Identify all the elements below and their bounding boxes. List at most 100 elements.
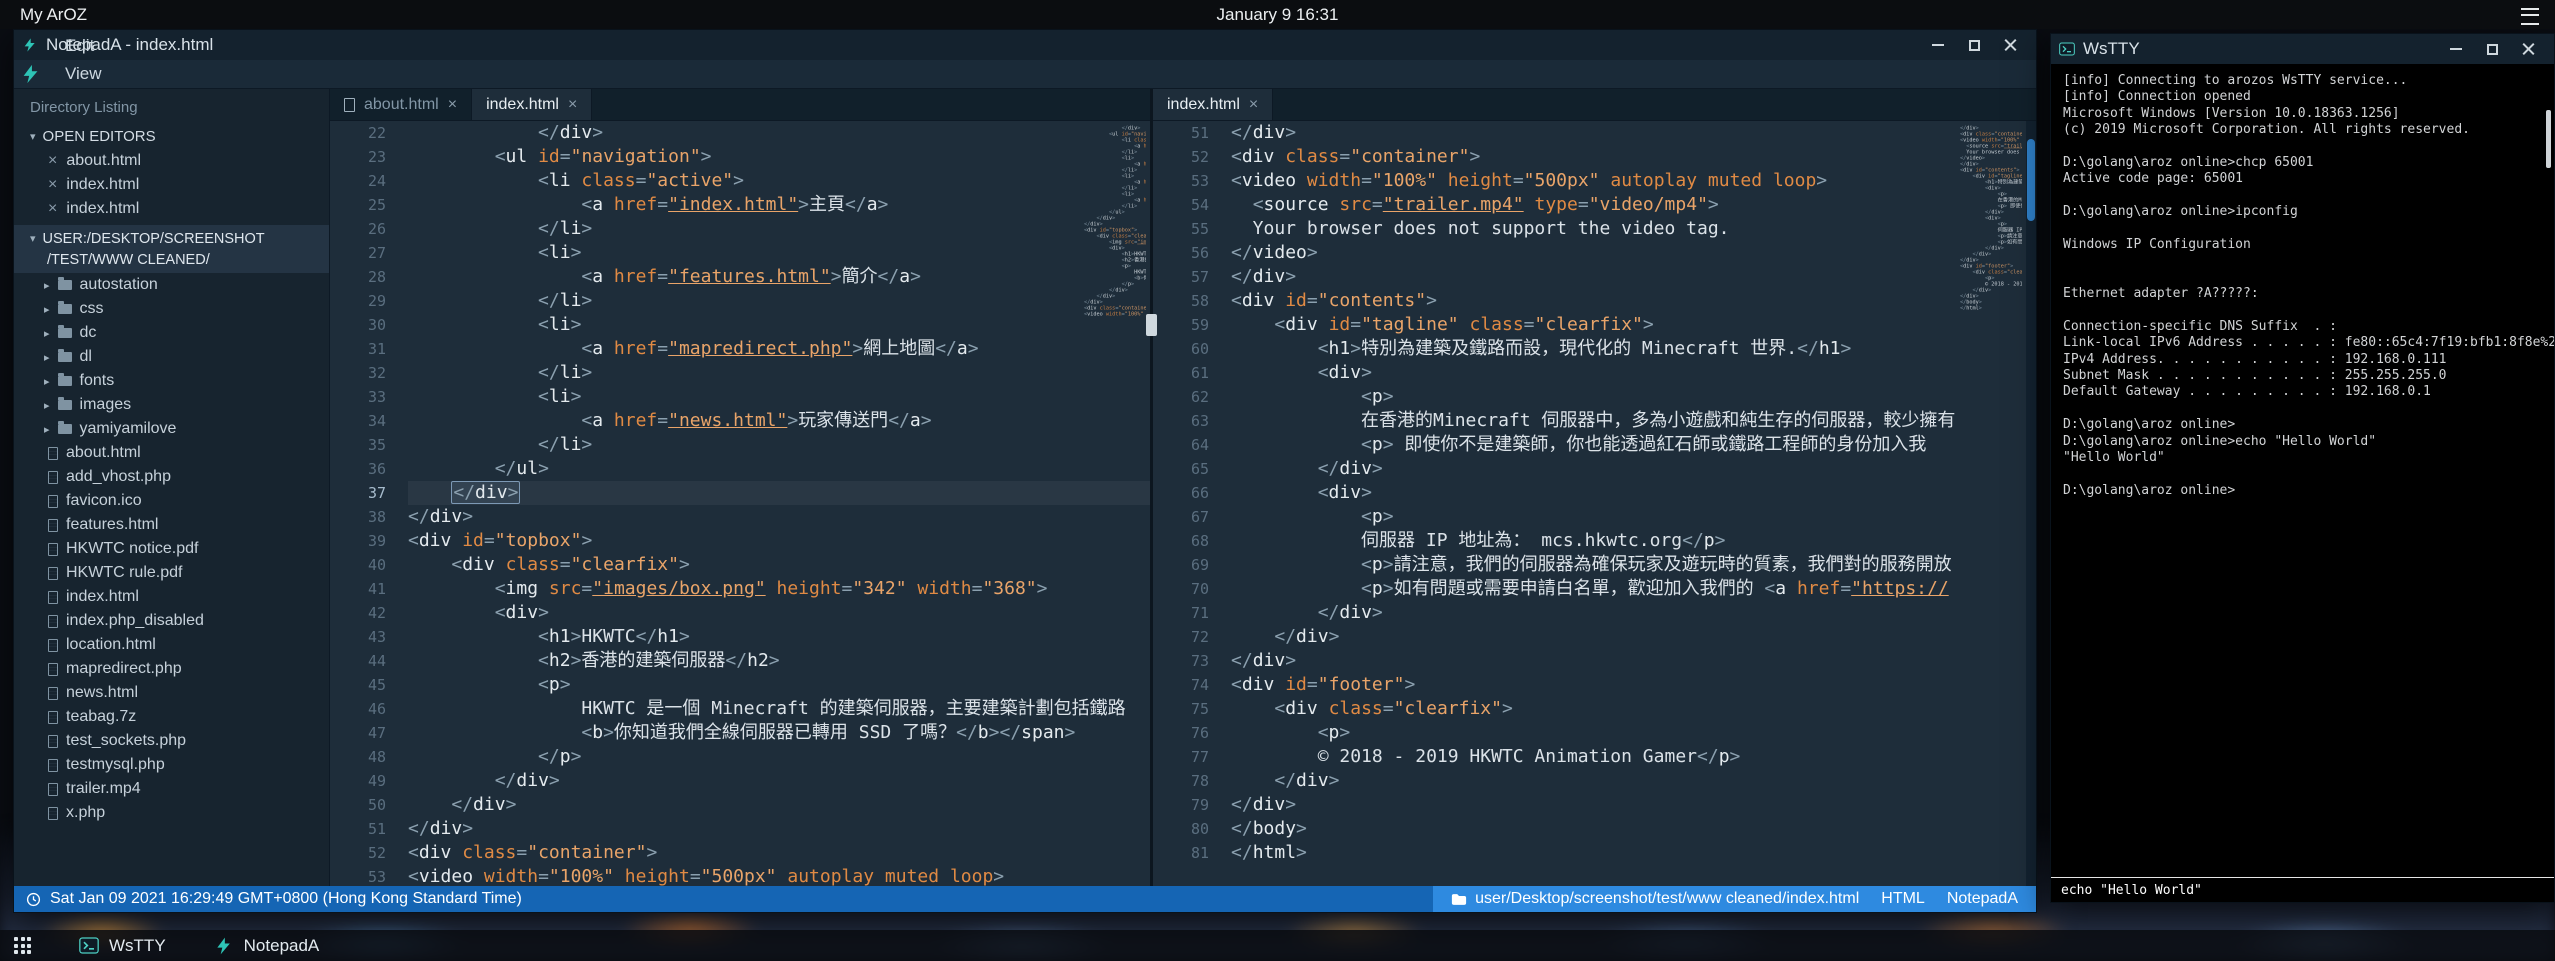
terminal-scrollbar-thumb[interactable] — [2546, 110, 2551, 168]
tree-file-location.html[interactable]: location.html — [14, 633, 329, 657]
tree-file-mapredirect.php[interactable]: mapredirect.php — [14, 657, 329, 681]
hamburger-menu-icon[interactable] — [2521, 8, 2539, 25]
terminal-output[interactable]: [info] Connecting to arozos WsTTY servic… — [2051, 64, 2554, 877]
editor-tab-index.html[interactable]: index.html× — [472, 89, 592, 120]
open-editor-item[interactable]: ×index.html — [14, 197, 329, 221]
code-lines[interactable]: </div><div class="container"><video widt… — [1221, 121, 2036, 886]
menu-view[interactable]: View — [52, 60, 150, 88]
taskbar: WsTTY NotepadA — [0, 930, 2555, 961]
open-editor-item[interactable]: ×index.html — [14, 173, 329, 197]
vertical-scrollbar[interactable] — [2026, 121, 2036, 886]
minimap[interactable]: </div><div class="container"><video widt… — [1960, 125, 2022, 882]
taskbar-item-wstty[interactable]: WsTTY — [79, 930, 166, 961]
wstty-titlebar[interactable]: WsTTY — [2051, 34, 2554, 64]
status-appname: NotepadA — [1947, 890, 2018, 908]
close-file-icon[interactable]: × — [48, 177, 57, 193]
maximize-button[interactable] — [1956, 30, 1992, 60]
tree-folder-css[interactable]: ▸css — [14, 297, 329, 321]
file-icon — [48, 447, 58, 460]
caret-down-icon: ▾ — [30, 130, 36, 143]
tree-file-test_sockets.php[interactable]: test_sockets.php — [14, 729, 329, 753]
notepad-titlebar[interactable]: NotepadA - index.html — [14, 30, 2036, 60]
tree-file-index.php_disabled[interactable]: index.php_disabled — [14, 609, 329, 633]
code-lines[interactable]: </div> <ul id="navigation"> <li class="a… — [398, 121, 1150, 886]
tree-file-testmysql.php[interactable]: testmysql.php — [14, 753, 329, 777]
folder-icon — [58, 328, 72, 338]
code-editor-left[interactable]: 2223242526272829303132333435363738394041… — [330, 121, 1150, 886]
taskbar-item-notepada[interactable]: NotepadA — [214, 930, 320, 961]
tab-close-icon[interactable]: × — [568, 97, 577, 113]
tree-folder-images[interactable]: ▸images — [14, 393, 329, 417]
file-icon — [48, 615, 58, 628]
tree-file-about.html[interactable]: about.html — [14, 441, 329, 465]
open-editors-section[interactable]: ▾ OPEN EDITORS — [14, 124, 329, 149]
tree-file-x.php[interactable]: x.php — [14, 801, 329, 825]
tree-folder-yamiyamilove[interactable]: ▸yamiyamilove — [14, 417, 329, 441]
caret-right-icon: ▸ — [44, 399, 50, 412]
caret-right-icon: ▸ — [44, 279, 50, 292]
maximize-button[interactable] — [2474, 34, 2510, 64]
minimap[interactable]: </div> <ul id="navigation"> <li class="a… — [1084, 125, 1146, 882]
terminal-icon — [2059, 42, 2075, 56]
close-button[interactable] — [2510, 34, 2546, 64]
editor-tab-about.html[interactable]: about.html× — [330, 89, 472, 120]
minimize-button[interactable] — [2438, 34, 2474, 64]
notepada-logo-icon — [214, 936, 234, 956]
workspace-root[interactable]: ▾ USER:/DESKTOP/SCREENSHOT /TEST/WWW CLE… — [14, 225, 329, 273]
folder-icon — [58, 400, 72, 410]
file-icon — [48, 543, 58, 556]
tree-folder-dl[interactable]: ▸dl — [14, 345, 329, 369]
tree-file-index.html[interactable]: index.html — [14, 585, 329, 609]
open-editor-item[interactable]: ×about.html — [14, 149, 329, 173]
close-file-icon[interactable]: × — [48, 201, 57, 217]
tree-file-HKWTC notice.pdf[interactable]: HKWTC notice.pdf — [14, 537, 329, 561]
minimize-button[interactable] — [1920, 30, 1956, 60]
folder-icon — [58, 304, 72, 314]
tree-folder-dc[interactable]: ▸dc — [14, 321, 329, 345]
tree-file-features.html[interactable]: features.html — [14, 513, 329, 537]
file-icon — [48, 735, 58, 748]
editor-pane-left: about.html×index.html× 22232425262728293… — [330, 89, 1150, 886]
folder-icon — [58, 424, 72, 434]
system-topbar: My ArOZ January 9 16:31 — [0, 0, 2555, 29]
file-icon — [48, 687, 58, 700]
tab-close-icon[interactable]: × — [448, 97, 457, 113]
app-launcher-icon[interactable] — [14, 937, 31, 954]
line-number-gutter: 2223242526272829303132333435363738394041… — [330, 121, 398, 886]
notepada-logo-icon — [22, 37, 38, 53]
file-sidebar: Directory Listing ▾ OPEN EDITORS ×about.… — [14, 89, 330, 886]
notepada-logo-icon — [20, 63, 42, 85]
tree-file-trailer.mp4[interactable]: trailer.mp4 — [14, 777, 329, 801]
file-icon — [48, 807, 58, 820]
editor-split: about.html×index.html× 22232425262728293… — [330, 89, 2036, 886]
tree-file-teabag.7z[interactable]: teabag.7z — [14, 705, 329, 729]
file-icon — [48, 663, 58, 676]
folder-icon — [58, 280, 72, 290]
tree-file-add_vhost.php[interactable]: add_vhost.php — [14, 465, 329, 489]
clock-icon — [26, 892, 41, 907]
caret-right-icon: ▸ — [44, 351, 50, 364]
tree-file-favicon.ico[interactable]: favicon.ico — [14, 489, 329, 513]
tab-close-icon[interactable]: × — [1249, 97, 1258, 113]
close-button[interactable] — [1992, 30, 2028, 60]
file-icon — [48, 759, 58, 772]
status-datetime: Sat Jan 09 2021 16:29:49 GMT+0800 (Hong … — [50, 890, 522, 908]
tree-folder-autostation[interactable]: ▸autostation — [14, 273, 329, 297]
status-filepath[interactable]: user/Desktop/screenshot/test/www cleaned… — [1451, 890, 1859, 908]
caret-right-icon: ▸ — [44, 327, 50, 340]
tree-file-HKWTC rule.pdf[interactable]: HKWTC rule.pdf — [14, 561, 329, 585]
scrollbar-thumb[interactable] — [2027, 139, 2035, 221]
close-file-icon[interactable]: × — [48, 153, 57, 169]
document-icon — [344, 98, 355, 112]
tree-file-news.html[interactable]: news.html — [14, 681, 329, 705]
split-handle-icon[interactable] — [1146, 314, 1157, 336]
folder-icon — [58, 376, 72, 386]
menu-edit[interactable]: Edit — [52, 32, 150, 60]
editor-tab-index.html[interactable]: index.html× — [1153, 89, 1273, 120]
notepad-statusbar: Sat Jan 09 2021 16:29:49 GMT+0800 (Hong … — [14, 886, 2036, 912]
terminal-input[interactable]: echo "Hello World" — [2051, 877, 2554, 902]
folder-icon — [58, 352, 72, 362]
code-editor-right[interactable]: 5152535455565758596061626364656667686970… — [1153, 121, 2036, 886]
tree-folder-fonts[interactable]: ▸fonts — [14, 369, 329, 393]
tabbar-left: about.html×index.html× — [330, 89, 1150, 121]
